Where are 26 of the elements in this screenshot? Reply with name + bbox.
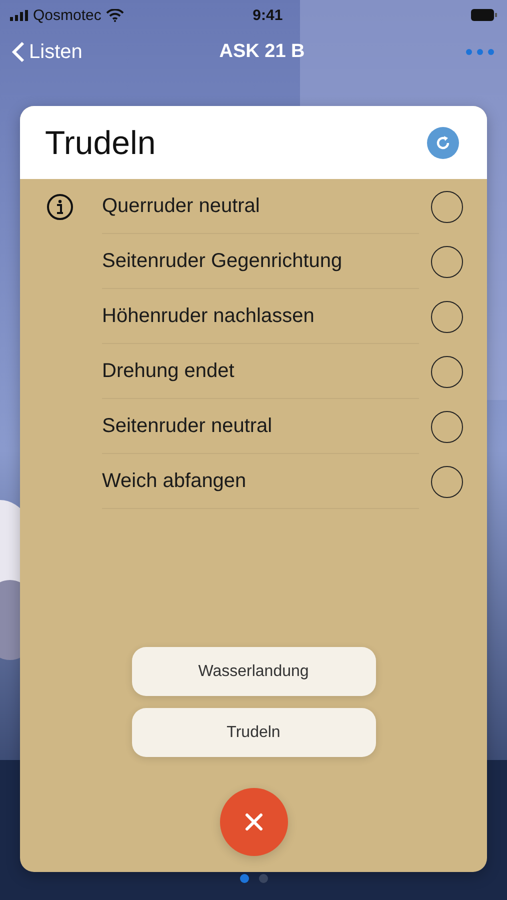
clock-time: 9:41 (252, 6, 284, 24)
checklist-item: Seitenruder neutral (102, 399, 419, 454)
checklist-item: Querruder neutral (102, 179, 419, 234)
back-link[interactable]: Listen (12, 40, 122, 64)
info-icon[interactable] (46, 192, 74, 220)
checklist-button[interactable]: Trudeln (132, 708, 376, 757)
checklist-title: Trudeln (45, 124, 157, 162)
checklist-item: Drehung endet (102, 344, 419, 399)
checkbox[interactable] (431, 356, 463, 388)
wifi-icon (106, 8, 124, 22)
refresh-icon[interactable] (427, 126, 459, 158)
checklist-item: Seitenruder Gegenrichtung (102, 234, 419, 289)
checklist-button[interactable]: Wasserlandung (132, 647, 376, 696)
checkbox[interactable] (431, 190, 463, 222)
checklist-item: Weich abfangen (102, 454, 419, 509)
carrier-name: Qosmotec (33, 6, 102, 24)
signal-icon (10, 10, 28, 20)
checklist-item: Höhenruder nachlassen (102, 289, 419, 344)
screen-title: ASK 21 B (218, 41, 306, 63)
battery-icon (471, 9, 497, 21)
chevron-left-icon (12, 41, 25, 63)
checkbox[interactable] (431, 466, 463, 498)
checkbox[interactable] (431, 246, 463, 278)
checkbox[interactable] (431, 300, 463, 332)
close-icon (244, 812, 264, 832)
checkbox[interactable] (431, 410, 463, 442)
